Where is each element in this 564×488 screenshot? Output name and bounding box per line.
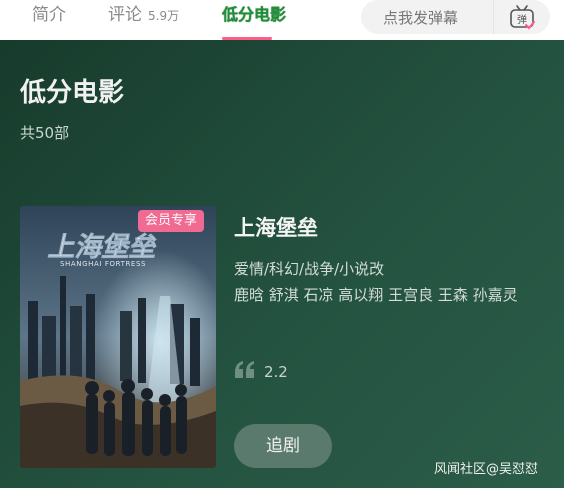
danmaku-tv-icon: 弹 bbox=[510, 5, 535, 30]
rating-value: 2.2 bbox=[264, 363, 288, 381]
danmaku-input[interactable]: 点我发弹幕 bbox=[361, 0, 493, 34]
poster-subtitle-text: SHANGHAI FORTRESS bbox=[60, 260, 146, 268]
comments-count: 5.9万 bbox=[148, 9, 180, 23]
section-title: 低分电影 bbox=[20, 78, 125, 108]
tab-low-score-movies[interactable]: 低分电影 bbox=[222, 0, 286, 40]
follow-button[interactable]: 追剧 bbox=[234, 424, 332, 468]
quote-icon bbox=[235, 361, 254, 378]
movie-cast: 鹿晗 舒淇 石凉 高以翔 王宫良 王森 孙嘉灵 bbox=[234, 286, 518, 304]
danmaku-toggle-button[interactable]: 弹 bbox=[493, 0, 550, 34]
low-score-movies-panel: 低分电影 共50部 上海堡垒 SHANGHAI FORTRESS 会员专享 上海… bbox=[0, 40, 564, 488]
source-watermark: 风闻社区@吴怼怼 bbox=[434, 462, 539, 477]
vip-exclusive-badge: 会员专享 bbox=[138, 210, 205, 232]
section-count: 共50部 bbox=[20, 124, 70, 142]
movie-title[interactable]: 上海堡垒 bbox=[234, 212, 318, 242]
poster-title-text: 上海堡垒 bbox=[46, 231, 161, 263]
danmaku-icon-text: 弹 bbox=[517, 13, 527, 26]
movie-poster[interactable]: 上海堡垒 SHANGHAI FORTRESS bbox=[20, 206, 216, 468]
tab-intro[interactable]: 简介 bbox=[32, 0, 66, 40]
poster-artwork: 上海堡垒 SHANGHAI FORTRESS bbox=[20, 206, 216, 468]
danmaku-placeholder: 点我发弹幕 bbox=[383, 9, 459, 27]
movie-genre: 爱情/科幻/战争/小说改 bbox=[234, 260, 385, 278]
top-tab-bar: 简介 评论 5.9万 低分电影 点我发弹幕 弹 bbox=[0, 0, 564, 40]
tab-comments-label: 评论 bbox=[108, 5, 142, 25]
tab-comments[interactable]: 评论 5.9万 bbox=[108, 0, 179, 40]
